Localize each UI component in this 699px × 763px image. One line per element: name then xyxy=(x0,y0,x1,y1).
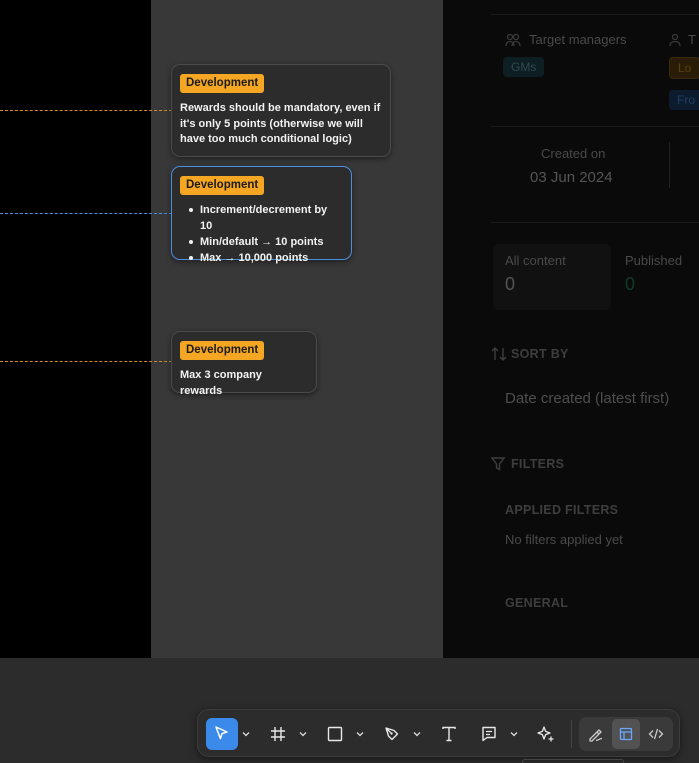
design-icon xyxy=(619,727,633,741)
chevron-down-icon[interactable] xyxy=(355,718,365,750)
chevron-down-icon[interactable] xyxy=(412,718,422,750)
mode-switcher xyxy=(579,717,673,751)
applied-filters-label: APPLIED FILTERS xyxy=(505,503,619,517)
connector-line xyxy=(0,110,172,111)
design-mode-button[interactable] xyxy=(612,719,640,749)
connector-line xyxy=(0,361,172,362)
dev-mode-button[interactable] xyxy=(642,719,670,749)
divider xyxy=(491,126,699,127)
note-tag: Development xyxy=(180,176,265,195)
frame-tool-button[interactable] xyxy=(262,718,294,750)
rectangle-icon xyxy=(327,726,343,742)
note-text: Rewards should be mandatory, even if it'… xyxy=(180,102,381,145)
sort-by-value[interactable]: Date created (latest first) xyxy=(505,390,669,407)
canvas[interactable]: Development Rewards should be mandatory,… xyxy=(0,0,699,658)
users-icon xyxy=(505,33,521,52)
chevron-down-icon[interactable] xyxy=(241,718,251,750)
note-tag: Development xyxy=(180,341,265,360)
chevron-down-icon[interactable] xyxy=(509,718,519,750)
frame-right[interactable]: Target managers T GMs Lo Fro Created on … xyxy=(443,0,699,658)
published-value: 0 xyxy=(625,274,636,294)
text-icon xyxy=(442,726,456,742)
no-filters-text: No filters applied yet xyxy=(505,532,623,547)
divider xyxy=(491,222,699,223)
comment-tool-button[interactable] xyxy=(473,718,505,750)
move-tool-button[interactable] xyxy=(206,718,238,750)
note-tag: Development xyxy=(180,74,265,93)
draw-mode-button[interactable] xyxy=(582,719,610,749)
sticky-note[interactable]: Development Rewards should be mandatory,… xyxy=(171,64,391,157)
created-on-value: 03 Jun 2024 xyxy=(530,169,613,186)
divider xyxy=(491,14,699,15)
list-item: Min/default → 10 points xyxy=(180,234,342,250)
all-content-label: All content xyxy=(505,253,566,268)
chevron-down-icon[interactable] xyxy=(298,718,308,750)
text-tool-button[interactable] xyxy=(433,718,465,750)
shape-tool-button[interactable] xyxy=(319,718,351,750)
connector-line xyxy=(0,213,172,214)
frame-left[interactable] xyxy=(0,0,151,658)
column-label-truncated: T xyxy=(688,32,696,47)
target-managers-label: Target managers xyxy=(529,32,627,47)
note-text: Max 3 company rewards xyxy=(180,369,262,397)
created-on-label: Created on xyxy=(541,146,606,161)
general-label: GENERAL xyxy=(505,596,569,610)
sort-icon xyxy=(491,347,507,366)
sticky-note-selected[interactable]: Development Increment/decrement by 10 Mi… xyxy=(171,166,352,264)
chip-lo: Lo xyxy=(669,57,699,79)
target-managers-chip: GMs xyxy=(503,57,545,77)
draw-icon xyxy=(589,729,603,742)
list-item: Increment/decrement by 10 xyxy=(180,202,342,234)
bottom-toolbar xyxy=(197,709,680,757)
frame-icon xyxy=(271,727,285,741)
filter-icon xyxy=(490,457,506,476)
cursor-icon xyxy=(215,726,228,740)
toolbar-hint-tab xyxy=(522,759,624,763)
toolbar-divider xyxy=(571,720,572,748)
divider xyxy=(669,142,670,188)
filters-label: FILTERS xyxy=(511,457,565,471)
pen-tool-button[interactable] xyxy=(376,718,408,750)
published-label: Published xyxy=(625,253,683,268)
sticky-note[interactable]: Development Max 3 company rewards xyxy=(171,331,317,397)
pen-icon xyxy=(385,727,399,741)
chip-fro: Fro xyxy=(669,90,699,110)
user-icon xyxy=(669,33,681,52)
sparkle-icon xyxy=(537,726,554,742)
actions-tool-button[interactable] xyxy=(530,718,562,750)
list-item: Max → 10,000 points xyxy=(180,250,342,266)
sort-by-label: SORT BY xyxy=(511,347,569,361)
all-content-value: 0 xyxy=(505,274,516,294)
comment-icon xyxy=(482,726,496,742)
note-bullet-list: Increment/decrement by 10 Min/default → … xyxy=(180,202,342,266)
code-icon xyxy=(648,728,664,740)
